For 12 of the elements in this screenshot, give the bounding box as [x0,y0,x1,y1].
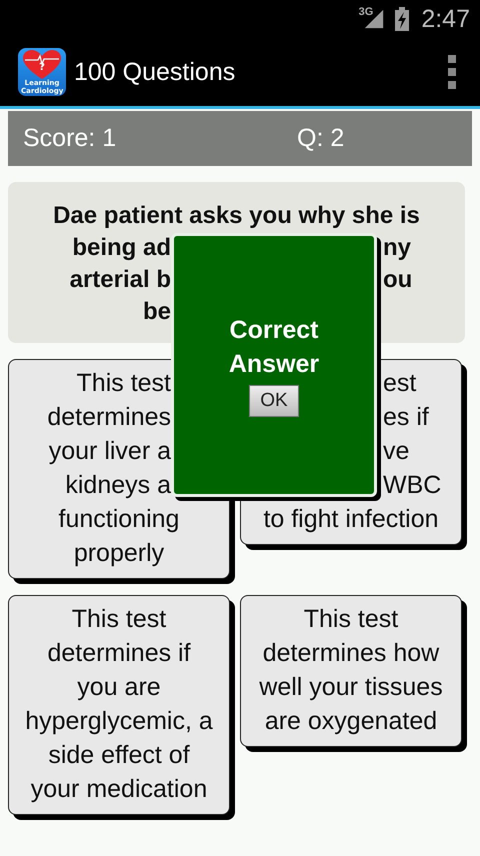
question-text: arterial b [68,265,171,295]
question-text: ou [383,265,414,295]
question-text: Dae patient asks you why she is [52,201,421,231]
question-text: be [142,297,171,327]
question-text: ny [383,233,412,263]
app-title: 100 Questions [74,58,236,86]
clock-time: 2:47 [421,4,470,34]
network-type: 3G [358,6,374,18]
score-label: Score: 1 [23,124,118,153]
question-text: being ad [71,233,171,263]
dialog-title: Correct Answer [228,315,320,380]
question-counter: Q: 2 [297,124,344,153]
